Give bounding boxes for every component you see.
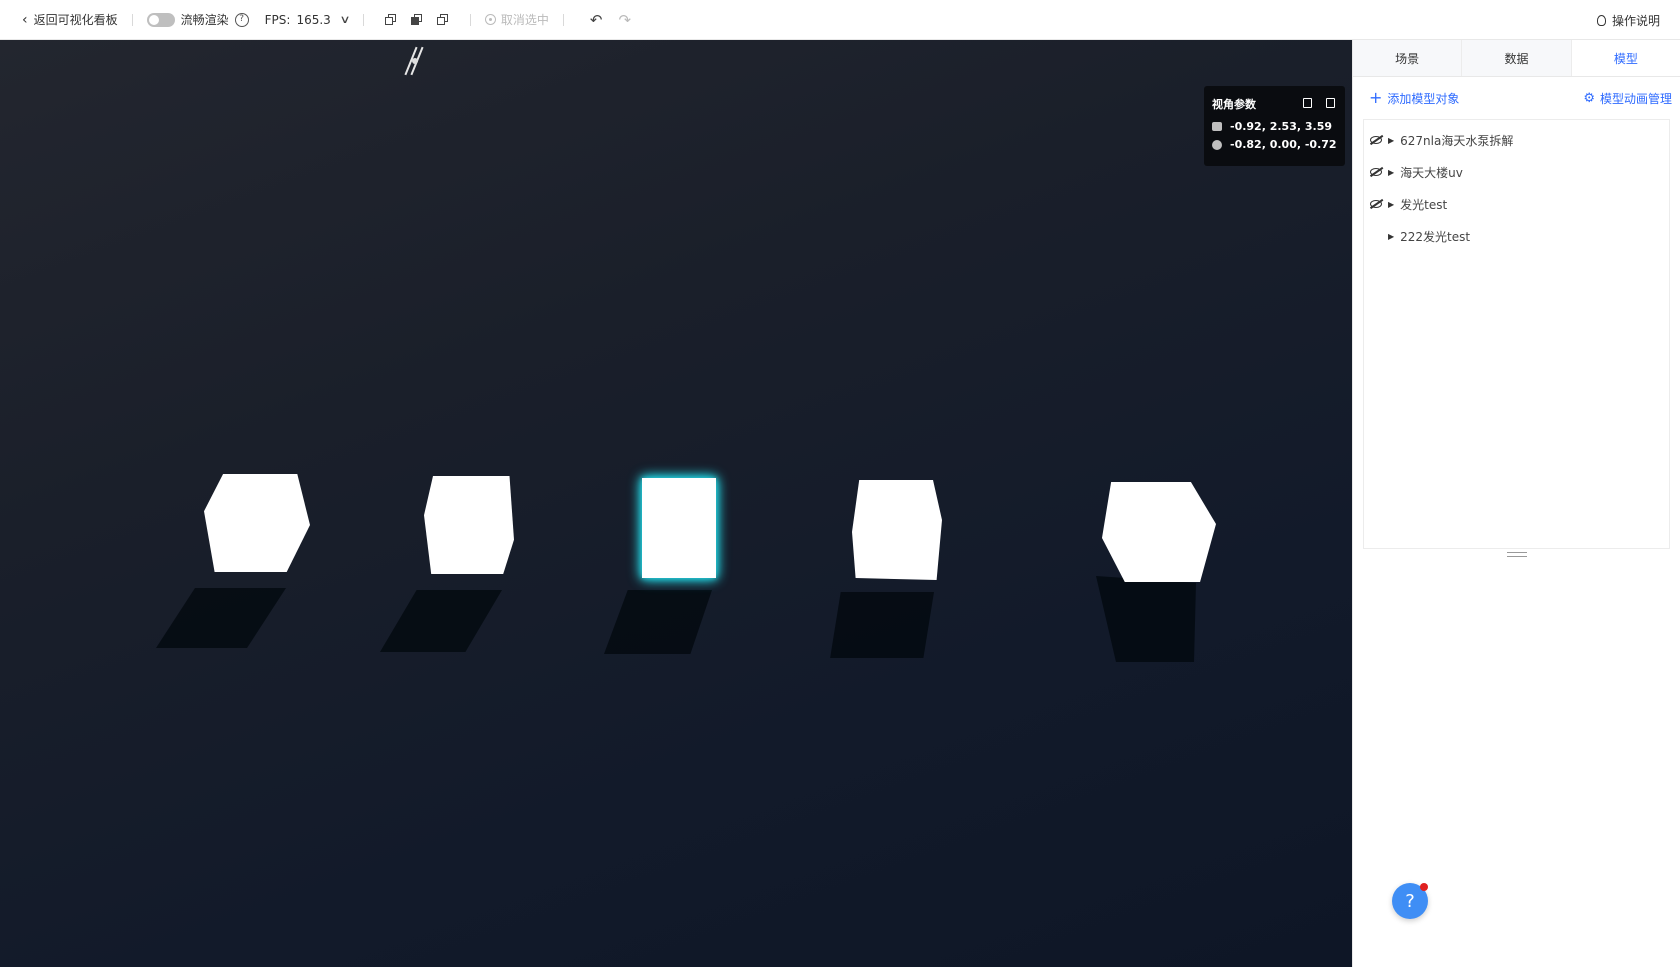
divider [469,13,471,26]
eye-off-icon[interactable] [1370,136,1382,144]
caret-right-icon[interactable]: ▶ [1388,200,1394,209]
top-toolbar: ‹ 返回可视化看板 流畅渲染 ? FPS: 165.3 ∨ 取消选中 ↶ ↷ 操… [0,0,1680,40]
tree-item-label: 海天大楼uv [1400,165,1463,180]
eye-off-icon[interactable] [1370,168,1382,176]
tree-item[interactable]: ▶ 海天大楼uv [1364,156,1669,188]
cube-shadow [604,590,712,654]
chevron-left-icon: ‹ [22,11,28,28]
smooth-render-toggle[interactable]: 流畅渲染 ? [146,0,249,40]
cube-shadow [380,590,502,652]
tree-item[interactable]: ▶ 222发光test [1364,220,1669,252]
question-icon[interactable]: ? [234,12,249,27]
camera-position: -0.92, 2.53, 3.59 [1230,120,1333,133]
glowing-cube[interactable] [1102,482,1216,582]
caret-right-icon[interactable]: ▶ [1388,232,1394,241]
back-label: 返回可视化看板 [33,13,118,27]
tree-item-label: 发光test [1400,197,1448,212]
view-side-icon[interactable] [436,13,449,26]
camera-target: -0.82, 0.00, -0.72 [1230,138,1337,151]
question-icon: ? [1405,890,1415,912]
tree-item[interactable]: ▶ 627nla海天水泵拆解 [1364,124,1669,156]
tab-model[interactable]: 模型 [1571,40,1680,76]
panel-tabs: 场景 数据 模型 [1353,40,1680,77]
tree-item-label: 627nla海天水泵拆解 [1400,133,1514,148]
tab-data[interactable]: 数据 [1462,40,1572,76]
gear-icon: ⚙ [1583,90,1595,106]
guide-button[interactable]: 操作说明 [1596,0,1660,40]
lightbulb-icon [1596,14,1606,26]
view-solid-icon[interactable] [410,13,423,26]
3d-viewport[interactable]: 视角参数 -0.92, 2.53, 3.59 -0.82, 0.00, -0.7… [0,40,1352,967]
paste-icon[interactable] [1326,98,1335,108]
glowing-cube[interactable] [424,476,514,574]
undo-icon[interactable]: ↶ [590,0,603,40]
target-icon [484,14,496,25]
caret-right-icon[interactable]: ▶ [1388,136,1394,145]
back-button[interactable]: ‹ 返回可视化看板 [22,0,118,40]
toggle-switch[interactable] [146,12,175,27]
transform-gizmo-icon[interactable] [404,44,428,82]
model-tree: ▶ 627nla海天水泵拆解 ▶ 海天大楼uv ▶ 发光test ▶ 222发光… [1363,119,1670,549]
panel-actions: + 添加模型对象 ⚙ 模型动画管理 [1353,77,1680,119]
camera-params-panel: 视角参数 -0.92, 2.53, 3.59 -0.82, 0.00, -0.7… [1204,86,1345,166]
view-front-icon[interactable] [384,13,397,26]
fps-value: 165.3 [296,12,331,27]
glowing-cube[interactable] [852,480,942,580]
tree-item[interactable]: ▶ 发光test [1364,188,1669,220]
plus-icon: + [1369,88,1383,107]
guide-label: 操作说明 [1611,13,1660,28]
cube-shadow [830,592,934,658]
divider [362,13,364,26]
tab-scene[interactable]: 场景 [1353,40,1463,76]
camera-params-title: 视角参数 [1212,98,1256,111]
animation-manage-label: 模型动画管理 [1599,91,1672,106]
redo-icon[interactable]: ↷ [618,0,631,40]
smooth-render-label: 流畅渲染 [180,13,229,27]
fps-selector[interactable]: FPS: 165.3 ∨ [264,0,351,40]
deselect-button[interactable]: 取消选中 [484,0,549,40]
resize-handle[interactable] [1506,552,1527,557]
fps-label: FPS: [264,12,291,27]
divider [131,13,133,26]
chevron-down-icon[interactable]: ∨ [339,13,350,26]
cube-shadow [1096,576,1196,662]
right-panel: 场景 数据 模型 + 添加模型对象 ⚙ 模型动画管理 ▶ 627nla海天水泵拆… [1352,40,1680,967]
add-model-label: 添加模型对象 [1387,91,1460,106]
tree-item-label: 222发光test [1400,229,1471,244]
notification-dot [1420,883,1428,891]
target-icon [1212,139,1222,150]
copy-icon[interactable] [1303,98,1312,108]
caret-right-icon[interactable]: ▶ [1388,168,1394,177]
camera-icon [1212,122,1222,131]
animation-manage-button[interactable]: ⚙ 模型动画管理 [1583,90,1672,107]
eye-placeholder [1370,232,1382,240]
add-model-button[interactable]: + 添加模型对象 [1369,90,1459,107]
deselect-label: 取消选中 [500,13,549,27]
glowing-cube[interactable] [642,478,716,578]
cube-shadow [156,588,286,648]
divider [562,13,564,26]
glowing-cube[interactable] [204,474,310,572]
help-float-button[interactable]: ? [1392,883,1428,919]
eye-off-icon[interactable] [1370,200,1382,208]
